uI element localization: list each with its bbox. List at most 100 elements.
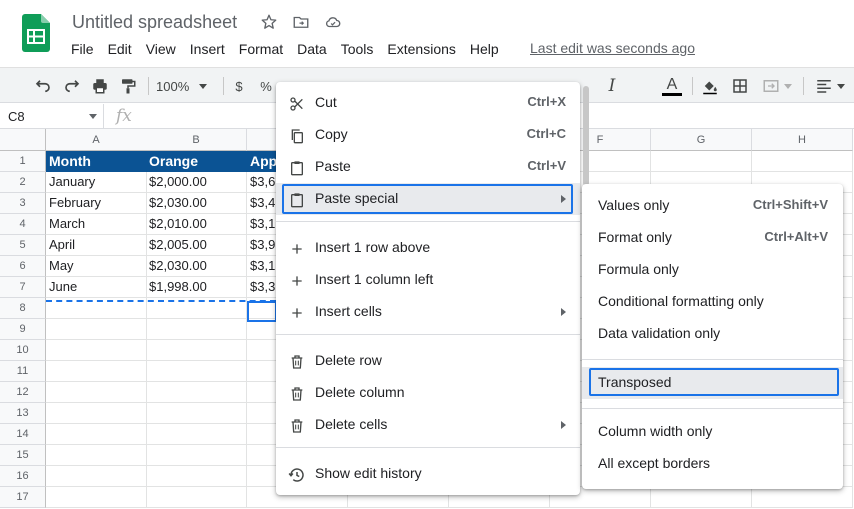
row-header[interactable]: 9: [0, 319, 46, 340]
row-header[interactable]: 5: [0, 235, 46, 256]
grid-cell[interactable]: [146, 319, 247, 340]
menu-edit[interactable]: Edit: [101, 39, 139, 59]
row-header[interactable]: 16: [0, 466, 46, 487]
grid-cell[interactable]: January: [46, 172, 147, 193]
grid-cell[interactable]: [651, 487, 752, 508]
grid-cell[interactable]: April: [46, 235, 147, 256]
row-header[interactable]: 3: [0, 193, 46, 214]
grid-cell[interactable]: [46, 487, 147, 508]
row-header[interactable]: 14: [0, 424, 46, 445]
submenu-item-format-only[interactable]: Format only Ctrl+Alt+V: [582, 222, 843, 254]
row-header[interactable]: 15: [0, 445, 46, 466]
grid-cell[interactable]: [146, 487, 247, 508]
menu-extensions[interactable]: Extensions: [380, 39, 462, 59]
grid-cell[interactable]: March: [46, 214, 147, 235]
menu-item-show-edit-history[interactable]: Show edit history: [276, 458, 580, 490]
grid-cell[interactable]: [752, 487, 853, 508]
grid-cell[interactable]: [46, 424, 147, 445]
move-folder-icon[interactable]: [290, 11, 312, 33]
select-all-corner[interactable]: [0, 129, 46, 151]
borders-icon[interactable]: [728, 75, 752, 97]
menu-format[interactable]: Format: [232, 39, 290, 59]
currency-format-button[interactable]: $: [229, 75, 249, 97]
grid-cell[interactable]: $2,030.00: [146, 193, 247, 214]
row-header[interactable]: 2: [0, 172, 46, 193]
menu-item-insert-column-left[interactable]: Insert 1 column left: [276, 264, 580, 296]
grid-cell[interactable]: [46, 466, 147, 487]
grid-cell[interactable]: [752, 151, 853, 172]
grid-cell[interactable]: $2,005.00: [146, 235, 247, 256]
submenu-item-conditional-formatting-only[interactable]: Conditional formatting only: [582, 286, 843, 318]
menu-item-cut[interactable]: Cut Ctrl+X: [276, 87, 580, 119]
column-header[interactable]: A: [46, 129, 147, 151]
menu-help[interactable]: Help: [463, 39, 506, 59]
grid-cell[interactable]: [146, 445, 247, 466]
row-header[interactable]: 11: [0, 361, 46, 382]
menu-item-paste[interactable]: Paste Ctrl+V: [276, 151, 580, 183]
grid-cell[interactable]: [146, 382, 247, 403]
menu-item-delete-column[interactable]: Delete column: [276, 377, 580, 409]
submenu-item-formula-only[interactable]: Formula only: [582, 254, 843, 286]
row-header[interactable]: 4: [0, 214, 46, 235]
column-header[interactable]: G: [651, 129, 752, 151]
grid-cell[interactable]: [146, 361, 247, 382]
context-menu-scrollbar[interactable]: [583, 86, 589, 186]
redo-icon[interactable]: [61, 75, 83, 97]
grid-cell[interactable]: [46, 382, 147, 403]
fill-color-icon[interactable]: [698, 75, 722, 97]
menu-item-insert-row-above[interactable]: Insert 1 row above: [276, 232, 580, 264]
menu-tools[interactable]: Tools: [334, 39, 381, 59]
zoom-select[interactable]: 100%: [156, 75, 216, 97]
grid-cell[interactable]: $2,000.00: [146, 172, 247, 193]
last-edit-link[interactable]: Last edit was seconds ago: [530, 40, 695, 56]
row-header[interactable]: 10: [0, 340, 46, 361]
text-color-icon[interactable]: A: [660, 75, 684, 97]
grid-cell[interactable]: February: [46, 193, 147, 214]
merge-cells-icon[interactable]: [758, 75, 796, 97]
grid-cell[interactable]: [146, 424, 247, 445]
grid-cell[interactable]: [146, 403, 247, 424]
name-box[interactable]: C8: [0, 104, 104, 129]
menu-insert[interactable]: Insert: [183, 39, 232, 59]
paint-format-icon[interactable]: [117, 75, 139, 97]
grid-cell[interactable]: [146, 340, 247, 361]
submenu-item-column-width-only[interactable]: Column width only: [582, 416, 843, 448]
grid-cell[interactable]: $2,010.00: [146, 214, 247, 235]
row-header[interactable]: 8: [0, 298, 46, 319]
grid-cell[interactable]: [46, 361, 147, 382]
italic-icon[interactable]: I: [600, 75, 624, 97]
grid-cell[interactable]: [46, 319, 147, 340]
menu-item-paste-special[interactable]: Paste special: [276, 183, 580, 215]
grid-cell[interactable]: Month: [46, 151, 147, 172]
submenu-item-values-only[interactable]: Values only Ctrl+Shift+V: [582, 190, 843, 222]
grid-cell[interactable]: $2,030.00: [146, 256, 247, 277]
sheets-logo-icon[interactable]: [22, 14, 50, 52]
menu-data[interactable]: Data: [290, 39, 334, 59]
submenu-item-data-validation-only[interactable]: Data validation only: [582, 318, 843, 350]
submenu-item-transposed[interactable]: Transposed: [582, 367, 843, 399]
percent-format-button[interactable]: %: [256, 75, 276, 97]
row-header[interactable]: 17: [0, 487, 46, 508]
row-header[interactable]: 12: [0, 382, 46, 403]
row-header[interactable]: 6: [0, 256, 46, 277]
row-header[interactable]: 13: [0, 403, 46, 424]
grid-cell[interactable]: [651, 151, 752, 172]
menu-file[interactable]: File: [64, 39, 101, 59]
horizontal-align-icon[interactable]: [810, 75, 850, 97]
grid-cell[interactable]: May: [46, 256, 147, 277]
print-icon[interactable]: [89, 75, 111, 97]
grid-cell[interactable]: [46, 445, 147, 466]
undo-icon[interactable]: [32, 75, 54, 97]
grid-cell[interactable]: June: [46, 277, 147, 298]
menu-item-delete-cells[interactable]: Delete cells: [276, 409, 580, 441]
document-title[interactable]: Untitled spreadsheet: [72, 12, 237, 33]
column-header[interactable]: B: [146, 129, 247, 151]
cloud-status-icon[interactable]: [322, 11, 344, 33]
menu-item-delete-row[interactable]: Delete row: [276, 345, 580, 377]
grid-cell[interactable]: [46, 340, 147, 361]
submenu-item-all-except-borders[interactable]: All except borders: [582, 448, 843, 480]
star-icon[interactable]: [258, 11, 280, 33]
column-header[interactable]: H: [752, 129, 853, 151]
menu-view[interactable]: View: [139, 39, 183, 59]
grid-cell[interactable]: $1,998.00: [146, 277, 247, 298]
